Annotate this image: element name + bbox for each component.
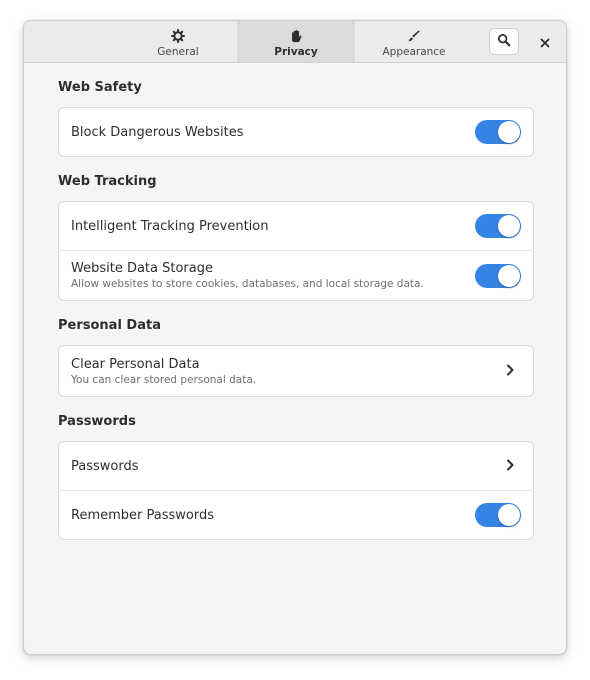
row-label: Clear Personal Data <box>71 356 200 372</box>
row-label: Intelligent Tracking Prevention <box>71 218 269 234</box>
row-subtitle: Allow websites to store cookies, databas… <box>71 278 424 290</box>
group-passwords: Passwords Remember Passwords <box>58 441 534 540</box>
group-web-safety: Block Dangerous Websites <box>58 107 534 157</box>
close-button[interactable] <box>534 31 556 53</box>
tab-privacy[interactable]: Privacy <box>237 21 355 62</box>
group-web-tracking: Intelligent Tracking Prevention Website … <box>58 201 534 301</box>
search-icon <box>497 32 511 51</box>
brush-icon <box>407 28 422 43</box>
section-title-passwords: Passwords <box>58 414 136 429</box>
header-bar: General Privacy Appearance <box>24 21 566 63</box>
chevron-right-icon <box>503 457 521 476</box>
gear-icon <box>171 28 186 43</box>
toggle-knob <box>498 215 520 237</box>
section-title-personal-data: Personal Data <box>58 318 161 333</box>
toggle-knob <box>498 121 520 143</box>
row-intelligent-tracking-prevention[interactable]: Intelligent Tracking Prevention <box>59 202 533 250</box>
row-remember-passwords[interactable]: Remember Passwords <box>59 490 533 539</box>
row-subtitle: You can clear stored personal data. <box>71 373 257 386</box>
intelligent-tracking-prevention-toggle[interactable] <box>475 214 521 238</box>
row-label: Passwords <box>71 458 139 474</box>
row-clear-personal-data[interactable]: Clear Personal Data You can clear stored… <box>59 346 533 396</box>
toggle-knob <box>498 264 520 287</box>
tab-label: Appearance <box>382 46 446 58</box>
remember-passwords-toggle[interactable] <box>475 503 521 527</box>
hand-icon <box>289 28 304 43</box>
row-block-dangerous-websites[interactable]: Block Dangerous Websites <box>59 108 533 156</box>
block-dangerous-websites-toggle[interactable] <box>475 120 521 144</box>
tab-label: General <box>157 46 199 58</box>
tab-appearance[interactable]: Appearance <box>355 21 473 62</box>
section-title-web-tracking: Web Tracking <box>58 174 157 189</box>
toggle-knob <box>498 504 520 526</box>
search-button[interactable] <box>489 28 519 55</box>
row-passwords[interactable]: Passwords <box>59 442 533 490</box>
group-personal-data: Clear Personal Data You can clear stored… <box>58 345 534 397</box>
tab-label: Privacy <box>274 46 318 58</box>
row-website-data-storage[interactable]: Website Data Storage Allow websites to s… <box>59 250 533 300</box>
row-label: Block Dangerous Websites <box>71 124 244 140</box>
row-label: Remember Passwords <box>71 507 214 523</box>
chevron-right-icon <box>503 362 521 381</box>
preferences-content: Web Safety Block Dangerous Websites Web … <box>58 63 534 540</box>
section-title-web-safety: Web Safety <box>58 80 142 95</box>
preferences-window: General Privacy Appearance Web Safety Bl… <box>23 20 567 655</box>
website-data-storage-toggle[interactable] <box>475 263 521 288</box>
close-icon <box>540 33 550 52</box>
tab-general[interactable]: General <box>119 21 237 62</box>
row-label: Website Data Storage <box>71 261 213 276</box>
